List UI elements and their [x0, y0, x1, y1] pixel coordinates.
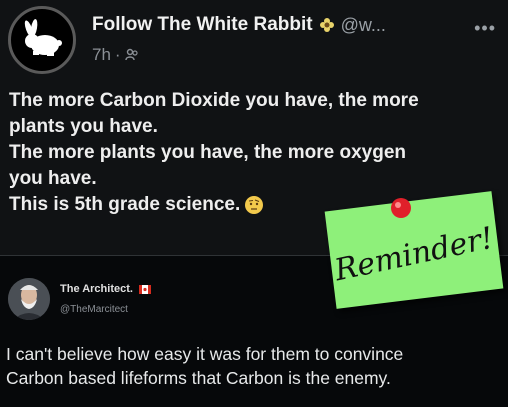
more-icon[interactable]: •••: [474, 18, 496, 39]
rabbit-icon: [24, 19, 62, 56]
post-line-5: This is 5th grade science.: [9, 194, 241, 215]
meta-separator: ·: [114, 45, 121, 64]
flower-badge-icon: [319, 18, 334, 32]
post-line-1: The more Carbon Dioxide you have, the mo…: [9, 90, 419, 111]
post-meta: 7h ·: [92, 45, 139, 65]
person-photo-icon: [8, 278, 50, 320]
author-avatar[interactable]: [8, 6, 76, 74]
author-handle[interactable]: @w...: [341, 15, 386, 36]
reply-author-name[interactable]: The Architect.: [60, 283, 133, 295]
post-line-4: you have.: [9, 168, 97, 189]
reply-line-1: I can't believe how easy it was for them…: [6, 344, 404, 364]
post-line-3: The more plants you have, the more oxyge…: [9, 142, 406, 163]
reply-author-handle[interactable]: @TheMarcitect: [60, 304, 128, 315]
sticky-note-text: Reminder!: [332, 220, 497, 288]
face-with-eyebrow-icon: [245, 195, 264, 214]
reply-avatar[interactable]: [8, 278, 50, 320]
canada-flag-icon: [138, 284, 151, 294]
author-row: Follow The White Rabbit @w...: [92, 14, 386, 36]
author-name[interactable]: Follow The White Rabbit: [92, 14, 313, 36]
pushpin-icon: [391, 198, 411, 218]
timestamp[interactable]: 7h: [92, 45, 111, 65]
sticky-note: Reminder!: [324, 191, 504, 309]
post-line-2: plants you have.: [9, 116, 158, 137]
people-icon: [124, 48, 138, 61]
reply-body: I can't believe how easy it was for them…: [6, 342, 506, 390]
reply-author-row: The Architect.: [60, 283, 151, 295]
reply-line-2: Carbon based lifeforms that Carbon is th…: [6, 368, 391, 388]
